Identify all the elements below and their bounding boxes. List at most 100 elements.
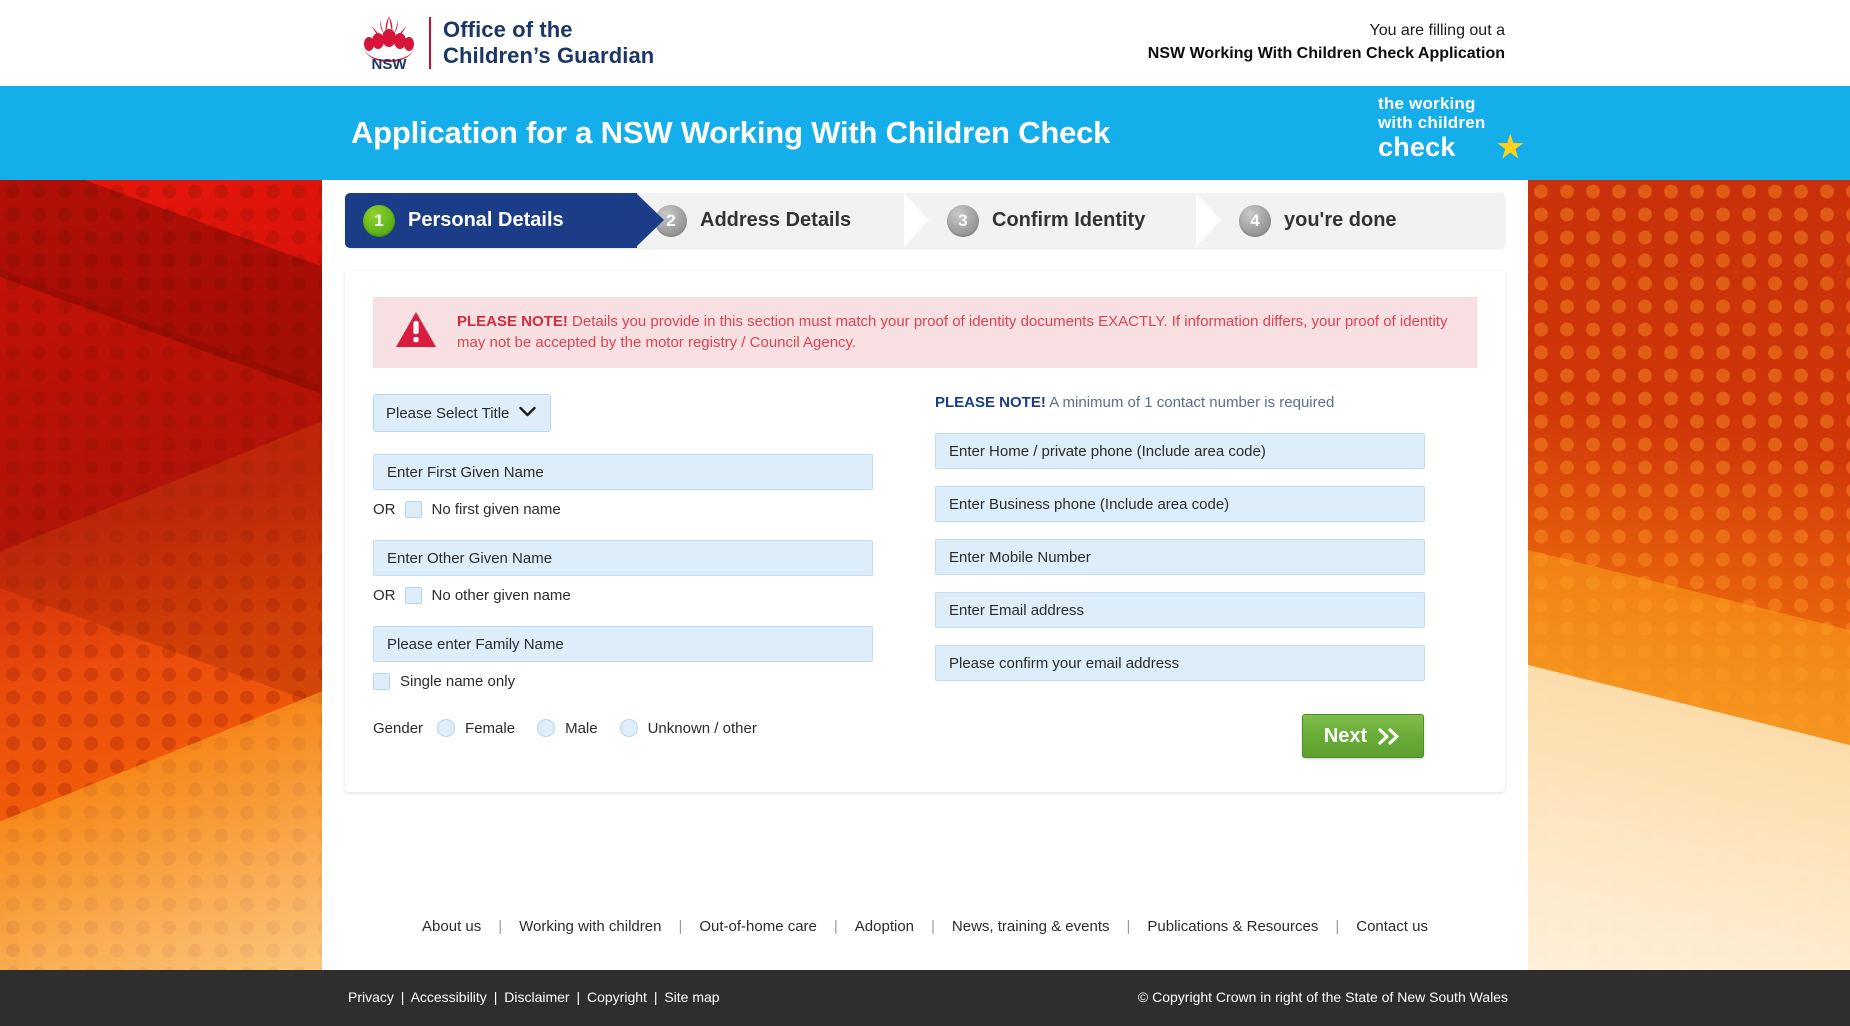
step-label: Confirm Identity bbox=[992, 209, 1146, 231]
step-number-badge: 3 bbox=[947, 204, 979, 237]
working-with-children-check-logo: the working with children check ★ bbox=[1378, 94, 1524, 163]
page-title: Application for a NSW Working With Child… bbox=[351, 115, 1111, 150]
mobile-number-input[interactable] bbox=[935, 539, 1425, 575]
filling-out-title: NSW Working With Children Check Applicat… bbox=[1147, 45, 1505, 62]
wwc-logo-line2: with children bbox=[1378, 113, 1486, 133]
step-item-youre-done[interactable]: 4 you're done bbox=[1221, 193, 1505, 248]
step-item-address-details[interactable]: 2 Address Details bbox=[637, 193, 929, 248]
single-name-only-checkbox[interactable] bbox=[373, 673, 390, 690]
step-label: Personal Details bbox=[408, 209, 564, 231]
page-banner: Application for a NSW Working With Child… bbox=[0, 86, 1850, 180]
bottom-link-accessibility[interactable]: Accessibility bbox=[411, 989, 487, 1005]
wwc-logo-check-text: check bbox=[1378, 132, 1456, 163]
first-given-name-input[interactable] bbox=[373, 454, 873, 490]
gender-radio-unknown[interactable] bbox=[619, 719, 638, 737]
no-other-given-name-checkbox[interactable] bbox=[404, 587, 422, 604]
no-other-given-name-label: No other given name bbox=[431, 587, 571, 604]
home-phone-input[interactable] bbox=[935, 433, 1425, 469]
svg-text:NSW: NSW bbox=[372, 56, 408, 72]
logo-org-name: Office of the Children’s Guardian bbox=[443, 17, 654, 69]
bottom-separator: | bbox=[576, 989, 581, 1005]
bottom-link-site-map[interactable]: Site map bbox=[664, 989, 719, 1005]
footer-separator: | bbox=[833, 918, 838, 935]
form-column-left: Please Select Title OR No first given na… bbox=[373, 394, 873, 758]
or-label: OR bbox=[373, 501, 396, 518]
footer-link-news-training-events[interactable]: News, training & events bbox=[952, 918, 1110, 935]
alert-message: PLEASE NOTE! Details you provide in this… bbox=[457, 312, 1457, 353]
form-column-right: PLEASE NOTE! A minimum of 1 contact numb… bbox=[935, 394, 1425, 758]
footer-separator: | bbox=[678, 918, 683, 935]
no-first-given-name-label: No first given name bbox=[431, 501, 561, 518]
gender-row: Gender Female Male Unknown / other bbox=[373, 719, 873, 737]
wwc-logo-line3: check ★ bbox=[1378, 132, 1524, 163]
step-number-badge: 4 bbox=[1239, 204, 1271, 237]
footer-link-adoption[interactable]: Adoption bbox=[855, 918, 914, 935]
bottom-bar-links: Privacy | Accessibility | Disclaimer | C… bbox=[348, 989, 720, 1005]
chevron-down-icon bbox=[519, 405, 536, 422]
footer-separator: | bbox=[1335, 918, 1340, 935]
nsw-ocg-logo[interactable]: NSW Office of the Children’s Guardian bbox=[357, 14, 654, 72]
footer-link-contact-us[interactable]: Contact us bbox=[1356, 918, 1428, 935]
footer-link-working-with-children[interactable]: Working with children bbox=[519, 918, 661, 935]
waratah-logo-icon: NSW bbox=[363, 16, 415, 72]
confirm-email-input[interactable] bbox=[935, 645, 1425, 681]
no-other-given-name-row: OR No other given name bbox=[373, 587, 873, 604]
title-select-value: Please Select Title bbox=[386, 404, 510, 422]
single-name-only-row: Single name only bbox=[373, 673, 873, 690]
next-button[interactable]: Next bbox=[1302, 714, 1424, 758]
bottom-separator: | bbox=[493, 989, 498, 1005]
footer-link-out-of-home-care[interactable]: Out-of-home care bbox=[699, 918, 817, 935]
header-application-label: You are filling out a NSW Working With C… bbox=[1148, 22, 1505, 63]
step-item-confirm-identity[interactable]: 3 Confirm Identity bbox=[929, 193, 1221, 248]
step-separator-icon bbox=[904, 193, 929, 247]
no-first-given-name-row: OR No first given name bbox=[373, 501, 873, 518]
footer-navigation: About us | Working with children | Out-o… bbox=[345, 918, 1505, 935]
step-label: you're done bbox=[1284, 209, 1397, 231]
bottom-link-disclaimer[interactable]: Disclaimer bbox=[504, 989, 569, 1005]
footer-separator: | bbox=[498, 918, 503, 935]
contact-note-text: A minimum of 1 contact number is require… bbox=[1045, 394, 1335, 411]
bottom-link-privacy[interactable]: Privacy bbox=[348, 989, 394, 1005]
gender-label: Gender bbox=[373, 719, 424, 737]
family-name-input[interactable] bbox=[373, 626, 873, 662]
form-card: PLEASE NOTE! Details you provide in this… bbox=[345, 271, 1505, 792]
next-button-label: Next bbox=[1323, 724, 1368, 747]
bottom-bar: Privacy | Accessibility | Disclaimer | C… bbox=[0, 970, 1850, 1026]
gender-option-label-male: Male bbox=[565, 719, 598, 737]
star-icon: ★ bbox=[1496, 131, 1524, 165]
step-arrow-icon bbox=[636, 193, 664, 247]
footer-link-publications-resources[interactable]: Publications & Resources bbox=[1147, 918, 1318, 935]
please-note-alert: PLEASE NOTE! Details you provide in this… bbox=[373, 297, 1477, 368]
gender-radio-male[interactable] bbox=[537, 719, 556, 737]
bottom-link-copyright[interactable]: Copyright bbox=[587, 989, 647, 1005]
background-left-graphic bbox=[0, 180, 322, 1026]
footer-separator: | bbox=[1126, 918, 1131, 935]
gender-radio-female[interactable] bbox=[437, 719, 456, 737]
logo-org-line1: Office of the bbox=[443, 17, 573, 43]
background-right-graphic bbox=[1528, 180, 1850, 1026]
bottom-separator: | bbox=[653, 989, 658, 1005]
main-content: 1 Personal Details 2 Address Details 3 C… bbox=[345, 193, 1505, 792]
filling-out-prefix: You are filling out a bbox=[1369, 22, 1505, 39]
footer-link-about-us[interactable]: About us bbox=[422, 918, 481, 935]
contact-number-note: PLEASE NOTE! A minimum of 1 contact numb… bbox=[935, 394, 1425, 411]
gender-option-label-female: Female bbox=[465, 719, 516, 737]
alert-bold-label: PLEASE NOTE! bbox=[457, 313, 568, 331]
business-phone-input[interactable] bbox=[935, 486, 1425, 522]
other-given-name-input[interactable] bbox=[373, 540, 873, 576]
wwc-logo-line1: the working bbox=[1378, 94, 1476, 113]
gender-option-label-unknown: Unknown / other bbox=[647, 719, 757, 737]
step-item-personal-details[interactable]: 1 Personal Details bbox=[345, 193, 664, 248]
single-name-only-label: Single name only bbox=[400, 673, 516, 690]
warning-triangle-icon bbox=[393, 311, 439, 354]
step-number-badge: 1 bbox=[363, 204, 395, 237]
or-label: OR bbox=[373, 587, 396, 604]
bottom-separator: | bbox=[400, 989, 405, 1005]
email-input[interactable] bbox=[935, 592, 1425, 628]
step-separator-icon bbox=[1196, 193, 1221, 247]
no-first-given-name-checkbox[interactable] bbox=[404, 501, 422, 518]
double-chevron-right-icon bbox=[1378, 727, 1402, 745]
copyright-text: © Copyright Crown in right of the State … bbox=[1137, 989, 1508, 1005]
title-select[interactable]: Please Select Title bbox=[373, 394, 551, 432]
alert-body-text: Details you provide in this section must… bbox=[457, 313, 1448, 351]
